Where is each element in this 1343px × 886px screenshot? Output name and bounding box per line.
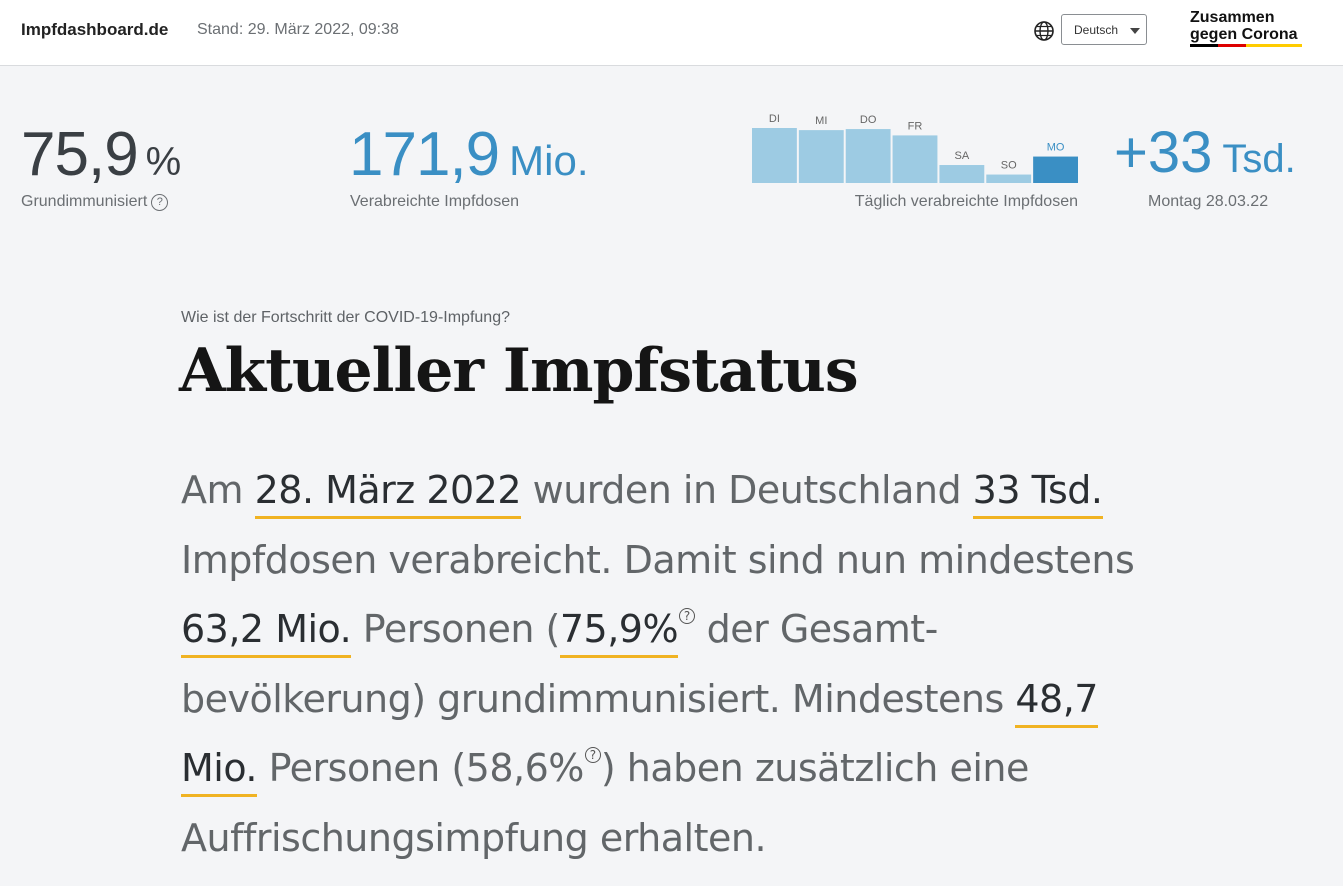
status-paragraph: Am 28. März 2022 wurden in Deutschland 3… — [181, 456, 1141, 873]
logo-line-2: gegen Corona — [1190, 26, 1298, 43]
daily-bar-label-mi: MI — [815, 115, 827, 127]
text-segment: wurden in Deutschland — [521, 468, 973, 512]
highlight-percent-grundimmunisiert: 75,9% — [559, 607, 679, 658]
daily-bar-di — [752, 128, 797, 183]
latest-doses-unit: Tsd. — [1222, 137, 1296, 181]
impfdosen-value: 171,9 — [349, 120, 500, 189]
daily-bar-label-sa: SA — [955, 150, 970, 162]
text-segment: Personen (58,6% — [257, 746, 585, 790]
globe-icon — [1034, 21, 1054, 41]
grundimmunisiert-stat: 75,9% — [21, 124, 181, 186]
text-segment: Personen ( — [351, 607, 561, 651]
daily-doses-chart: DI MI DO FR SA SO MO — [752, 113, 1078, 183]
grundimmunisiert-label-row: Grundimmunisiert? — [21, 193, 169, 211]
grundimmunisiert-label: Grundimmunisiert — [21, 193, 148, 210]
last-updated-text: Stand: 29. März 2022, 09:38 — [197, 21, 399, 38]
daily-bar-label-so: SO — [1001, 160, 1017, 172]
daily-bar-so — [986, 174, 1032, 183]
daily-bar-label-mo: MO — [1047, 142, 1065, 154]
daily-bar-fr — [892, 135, 938, 183]
chevron-down-icon — [1130, 28, 1140, 34]
grundimmunisiert-unit: % — [145, 140, 182, 184]
daily-bar-label-fr: FR — [908, 120, 923, 132]
impfdosen-stat: 171,9 Mio. — [349, 124, 589, 186]
daily-bar-mi — [798, 130, 844, 183]
text-segment: Impfdosen verabreicht. Damit sind nun mi… — [181, 537, 1135, 582]
logo-flag-stripe — [1190, 44, 1302, 47]
site-name-link[interactable]: Impfdashboard.de — [21, 20, 168, 40]
section-question: Wie ist der Fortschritt der COVID-19-Imp… — [181, 309, 510, 326]
daily-doses-label: Täglich verabreichte Impfdosen — [854, 193, 1078, 210]
highlight-persons-grundimmunisiert: 63,2 Mio. — [181, 607, 352, 658]
impfdosen-unit: Mio. — [509, 137, 589, 184]
logo-line-1: Zusammen — [1190, 9, 1275, 26]
top-bar: Impfdashboard.de Stand: 29. März 2022, 0… — [0, 0, 1343, 66]
daily-bar-label-di: DI — [769, 113, 780, 125]
daily-bar-do — [845, 129, 891, 183]
highlight-date: 28. März 2022 — [254, 468, 522, 519]
page-title: Aktueller Impfstatus — [179, 336, 859, 406]
daily-bar-sa — [939, 165, 985, 183]
language-select[interactable]: Deutsch — [1061, 14, 1147, 45]
daily-bar-label-do: DO — [860, 114, 877, 126]
help-icon[interactable]: ? — [151, 194, 169, 211]
latest-doses-stat: +33 Tsd. — [1114, 124, 1296, 182]
language-select-value: Deutsch — [1074, 23, 1119, 37]
help-icon[interactable]: ? — [584, 747, 601, 763]
zusammen-gegen-corona-logo[interactable]: Zusammen gegen Corona — [1190, 9, 1302, 47]
help-icon[interactable]: ? — [679, 608, 696, 624]
latest-doses-value: +33 — [1114, 120, 1213, 185]
daily-bar-mo — [1033, 156, 1078, 183]
impfdosen-label: Verabreichte Impfdosen — [350, 193, 519, 210]
grundimmunisiert-value: 75,9 — [21, 120, 139, 189]
text-segment: Am — [181, 468, 255, 512]
highlight-doses: 33 Tsd. — [972, 468, 1103, 519]
latest-doses-date: Montag 28.03.22 — [1148, 193, 1269, 210]
